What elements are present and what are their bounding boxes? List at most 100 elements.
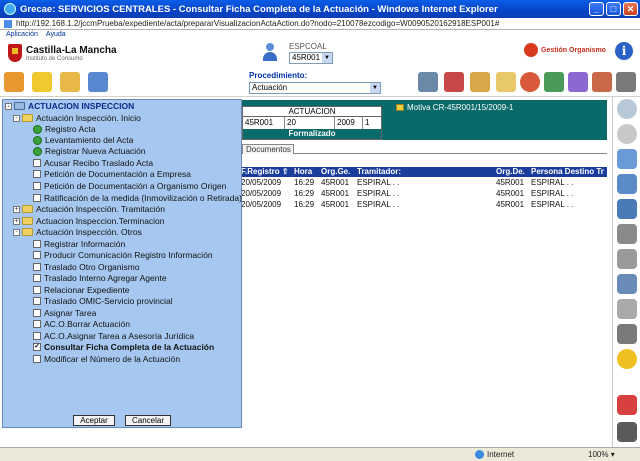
tree-folder-tramitacion[interactable]: + Actuación Inspección. Tramitación — [13, 204, 165, 214]
espcoal-label: ESPCOAL — [289, 42, 327, 51]
globe-icon[interactable] — [520, 72, 540, 92]
col-tramitador[interactable]: Tramitador: — [355, 167, 495, 177]
zone-label: Internet — [487, 450, 515, 459]
task-box-icon — [33, 286, 41, 294]
procedimiento-select[interactable]: Actuación ▼ — [249, 82, 381, 94]
expand-icon[interactable]: + — [13, 217, 20, 225]
tab-documentos[interactable]: Documentos — [242, 144, 294, 154]
motiva-link[interactable]: Motiva CR-45R001/15/2009-1 — [396, 103, 513, 112]
url-text[interactable]: http://192.168.1.2/jccmPrueba/expediente… — [16, 19, 499, 28]
tree-item-consultar-ficha[interactable]: ✓ Consultar Ficha Completa de la Actuació… — [33, 342, 214, 352]
tree-item-registrar-informacion[interactable]: Registrar Información — [33, 239, 125, 249]
cancel-button[interactable]: Cancelar — [125, 415, 171, 426]
tree-node-label: Registro Acta — [45, 124, 96, 134]
address-bar[interactable]: http://192.168.1.2/jccmPrueba/expediente… — [0, 18, 640, 30]
sun-icon[interactable] — [617, 349, 637, 369]
user-icon — [262, 43, 278, 63]
back-icon[interactable] — [617, 124, 637, 144]
task-box-icon — [33, 309, 41, 317]
page-icon — [4, 19, 12, 28]
mail-icon[interactable] — [496, 72, 516, 92]
copy-icon[interactable] — [617, 249, 637, 269]
edit-icon[interactable] — [617, 224, 637, 244]
collapse-icon[interactable]: - — [5, 102, 12, 110]
tree-root-label: ACTUACION INSPECCION — [28, 101, 135, 111]
expand-icon[interactable]: + — [13, 205, 20, 213]
attach-icon[interactable] — [617, 274, 637, 294]
zoom-control[interactable]: 100% ▾ — [588, 450, 615, 459]
tree-item-registrar-nueva[interactable]: Registrar Nueva Actuación — [33, 146, 146, 156]
tree-item-traslado-otro[interactable]: Traslado Otro Organismo — [33, 262, 140, 272]
tools-icon[interactable] — [568, 72, 588, 92]
wrench-icon[interactable] — [617, 422, 637, 442]
info-icon[interactable]: i — [615, 42, 633, 60]
printer-icon[interactable] — [616, 72, 636, 92]
menu-aplicacion[interactable]: Aplicación — [6, 31, 38, 38]
gestion-organismo-link[interactable]: Gestión Organismo — [524, 43, 606, 57]
table-row[interactable]: 20/05/2009 16:29 45R001 ESPIRAL . . 45R0… — [240, 199, 607, 210]
table-row[interactable]: 20/05/2009 16:29 45R001 ESPIRAL . . 45R0… — [240, 188, 607, 199]
col-hora[interactable]: Hora — [293, 167, 320, 177]
accept-button[interactable]: Aceptar — [73, 415, 115, 426]
tree-node-label: Traslado Otro Organismo — [44, 262, 140, 272]
print-icon[interactable] — [617, 299, 637, 319]
collapse-icon[interactable]: - — [13, 114, 20, 122]
stack-icon[interactable] — [617, 174, 637, 194]
col-fregistro[interactable]: F.Registro ⇧ — [240, 167, 293, 177]
tree-item-traslado-omic[interactable]: Traslado OMIC-Servicio provincial — [33, 296, 173, 306]
tree-item-producir-comunicacion[interactable]: Producir Comunicación Registro Informaci… — [33, 250, 213, 260]
tree-node-label: Petición de Documentación a Empresa — [44, 169, 191, 179]
diamond-icon[interactable] — [4, 72, 24, 92]
exit-icon[interactable] — [617, 395, 637, 415]
folder-icon[interactable] — [60, 72, 80, 92]
tree-item-peticion-organismo[interactable]: Petición de Documentación a Organismo Or… — [33, 181, 226, 191]
col-persona-destino[interactable]: Persona Destino Tr — [529, 167, 607, 177]
close-button[interactable]: ✕ — [623, 2, 638, 16]
laptop-icon[interactable] — [418, 72, 438, 92]
col-orgde[interactable]: Org.De. — [495, 167, 529, 177]
tree-item-modificar-numero[interactable]: Modificar el Número de la Actuación — [33, 354, 180, 364]
network-icon[interactable] — [592, 72, 612, 92]
search-folder-icon[interactable] — [544, 72, 564, 92]
table-row[interactable]: 20/05/2009 16:29 45R001 ESPIRAL . . 45R0… — [240, 177, 607, 188]
menu-ayuda[interactable]: Ayuda — [46, 31, 66, 38]
books-icon[interactable] — [444, 72, 464, 92]
collapse-icon[interactable]: - — [13, 228, 20, 236]
tab-bar: Documentos — [240, 144, 607, 154]
task-box-icon — [33, 159, 41, 167]
tree-item-traslado-interno[interactable]: Traslado Interno Agregar Agente — [33, 273, 167, 283]
book-icon[interactable] — [88, 72, 108, 92]
tree-item-asesoria-juridica[interactable]: AC.O.Asignar Tarea a Asesoría Jurídica — [33, 331, 194, 341]
folder-star-icon[interactable] — [32, 72, 52, 92]
brand-sub: Instituto de Consumo — [26, 55, 83, 62]
col-orgge[interactable]: Org.Ge. — [320, 167, 355, 177]
cell: ESPIRAL . . — [531, 200, 574, 209]
search-icon[interactable] — [617, 99, 637, 119]
tree-node-label: Ratificación de la medida (Inmovilizació… — [44, 193, 242, 203]
tree-item-asignar-tarea[interactable]: Asignar Tarea — [33, 308, 96, 318]
tree-item-ratificacion[interactable]: Ratificación de la medida (Inmovilizació… — [33, 193, 242, 203]
minimize-button[interactable]: _ — [589, 2, 604, 16]
tree-item-levantamiento[interactable]: Levantamiento del Acta — [33, 135, 133, 145]
tree-item-relacionar-expediente[interactable]: Relacionar Expediente — [33, 285, 130, 295]
cell: 20/05/2009 — [241, 189, 282, 198]
tree-folder-terminacion[interactable]: + Actuacion Inspeccion.Terminacion — [13, 216, 165, 226]
tree-node-label: Producir Comunicación Registro Informaci… — [44, 250, 213, 260]
tree-item-borrar-actuacion[interactable]: AC.O.Borrar Actuación — [33, 319, 130, 329]
maximize-button[interactable]: □ — [606, 2, 621, 16]
documents-icon[interactable] — [617, 149, 637, 169]
binders-icon[interactable] — [470, 72, 490, 92]
task-box-icon — [33, 274, 41, 282]
folder-icon — [22, 217, 33, 225]
espcoal-select[interactable]: 45R001 ▼ — [289, 52, 333, 64]
window-title: Grecae: SERVICIOS CENTRALES - Consultar … — [20, 3, 498, 15]
tree-item-registro-acta[interactable]: Registro Acta — [33, 124, 96, 134]
completed-icon — [33, 135, 42, 145]
tree-item-acusar-recibo[interactable]: Acusar Recibo Traslado Acta — [33, 158, 153, 168]
tree-root[interactable]: - ACTUACION INSPECCION — [5, 101, 134, 111]
files-icon[interactable] — [617, 199, 637, 219]
text-icon[interactable] — [617, 324, 637, 344]
tree-folder-inicio[interactable]: - Actuación Inspección. Inicio — [13, 113, 141, 123]
tree-item-peticion-empresa[interactable]: Petición de Documentación a Empresa — [33, 169, 191, 179]
tree-folder-otros[interactable]: - Actuación Inspección. Otros — [13, 227, 142, 237]
